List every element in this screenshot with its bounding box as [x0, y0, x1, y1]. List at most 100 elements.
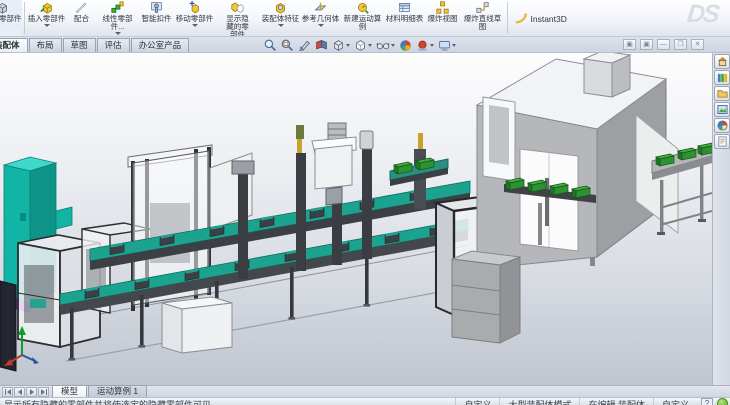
dropdown-arrow-icon[interactable]: [368, 44, 372, 47]
toolbar-button-label: 移动零部件: [176, 15, 214, 23]
toolbar-button-move-component[interactable]: 移动零部件: [175, 0, 215, 36]
tab-assembly[interactable]: 装配体: [0, 38, 28, 52]
close-icon[interactable]: ✕: [691, 39, 704, 50]
configuration-tab-bar: 模型 运动算例 1: [0, 385, 730, 397]
dropdown-arrow-icon[interactable]: [452, 44, 456, 47]
toolbar-button-label: 显示隐藏的零部件: [224, 15, 251, 37]
custom-properties-icon[interactable]: [714, 134, 730, 149]
toolbar-button-label: 编辑零部件: [0, 15, 22, 23]
edit-component-icon: [0, 1, 9, 14]
dropdown-arrow-icon[interactable]: [115, 32, 121, 35]
toolbar-button-label: 材料明细表: [386, 15, 424, 23]
toolbar-button-mate[interactable]: 配合: [67, 0, 97, 36]
toolbar-button-reference-geometry[interactable]: 参考几何体: [301, 0, 341, 36]
design-library-icon[interactable]: [714, 70, 730, 85]
new-motion-study-icon: [356, 1, 369, 14]
appearances-scenes-icon[interactable]: [714, 118, 730, 133]
hide-show-items-icon[interactable]: [375, 38, 396, 52]
explode-line-sketch-icon: [476, 1, 489, 14]
view-orientation-icon[interactable]: [331, 38, 351, 52]
heads-up-view-toolbar: [263, 38, 457, 52]
work-table[interactable]: [162, 297, 232, 353]
toolbar-button-label: 线性零部件...: [97, 15, 139, 31]
tab-scroll-buttons: [2, 387, 49, 397]
toolbar-button-instant3d[interactable]: Instant3D: [510, 0, 571, 36]
assembly-3d-scene[interactable]: [0, 53, 712, 385]
ribbon-tabs: 装配体 布局 草图 评估 办公室产品: [0, 38, 190, 52]
toolbar-button-label: 爆炸直线草图: [461, 15, 505, 31]
graphics-area[interactable]: [0, 53, 730, 385]
toolbar-button-insert-component[interactable]: 插入零部件: [27, 0, 67, 36]
task-pane: [712, 53, 730, 385]
file-explorer-icon[interactable]: [714, 86, 730, 101]
toolbar-button-edit-component[interactable]: 编辑零部件: [0, 0, 22, 36]
tab-office-products[interactable]: 办公室产品: [131, 38, 190, 52]
toolbar-button-linear-pattern[interactable]: 线性零部件...: [97, 0, 139, 36]
apply-scene-icon[interactable]: [415, 38, 435, 52]
toolbar-button-bill-of-materials[interactable]: 材料明细表: [385, 0, 425, 36]
dropdown-arrow-icon[interactable]: [391, 44, 395, 47]
status-customize-2[interactable]: 自定义: [653, 398, 697, 405]
toolbar-button-exploded-view[interactable]: 爆炸视图: [425, 0, 461, 36]
minimize-icon[interactable]: —: [657, 39, 670, 50]
machine-side-cabinet[interactable]: [452, 251, 520, 343]
restore-icon[interactable]: ❐: [674, 39, 687, 50]
toolbar-button-label: 新建运动算例: [341, 15, 385, 31]
next-tab-icon[interactable]: [26, 387, 37, 397]
large-machine-enclosure[interactable]: [477, 53, 678, 278]
exit-conveyor[interactable]: [652, 143, 712, 235]
notification-badge-icon[interactable]: [717, 398, 728, 405]
tab-layout[interactable]: 布局: [29, 38, 62, 52]
move-component-icon: [188, 1, 201, 14]
dropdown-arrow-icon[interactable]: [44, 24, 50, 27]
exploded-view-icon: [436, 1, 449, 14]
zoom-to-fit-icon[interactable]: [263, 38, 278, 52]
dropdown-arrow-icon[interactable]: [192, 24, 198, 27]
reference-geometry-icon: [314, 1, 327, 14]
first-tab-icon[interactable]: [2, 387, 13, 397]
solidworks-resources-icon[interactable]: [714, 54, 730, 69]
toolbar-separator: [24, 2, 25, 34]
dropdown-arrow-icon[interactable]: [346, 44, 350, 47]
pane-left-icon[interactable]: ▣: [623, 39, 636, 50]
last-tab-icon[interactable]: [38, 387, 49, 397]
display-style-icon[interactable]: [353, 38, 373, 52]
toolbar-button-new-motion-study[interactable]: 新建运动算例: [341, 0, 385, 36]
toolbar-button-show-hidden-components[interactable]: 显示隐藏的零部件: [215, 0, 261, 36]
dassault-systemes-logo: DS: [686, 0, 720, 29]
solidworks-window: 编辑零部件 插入零部件 配合 线性零部件...: [0, 0, 730, 405]
pane-right-icon[interactable]: ▣: [640, 39, 653, 50]
toolbar-button-label: 爆炸视图: [428, 15, 458, 23]
tab-motion-study-1[interactable]: 运动算例 1: [88, 385, 147, 397]
view-settings-icon[interactable]: [437, 38, 457, 52]
bill-of-materials-icon: [398, 1, 411, 14]
dropdown-arrow-icon[interactable]: [430, 44, 434, 47]
status-customize[interactable]: 自定义: [455, 398, 499, 405]
edit-appearance-icon[interactable]: [398, 38, 413, 52]
quick-tips-help-icon[interactable]: ?: [701, 398, 713, 405]
status-large-assembly-mode[interactable]: 大型装配体模式: [499, 398, 579, 405]
toolbar-button-smart-fasteners[interactable]: 智能扣件: [139, 0, 175, 36]
status-hint-text: 显示所有隐藏的零部件并将使选定的隐藏零部件可见: [4, 398, 211, 405]
zoom-to-area-icon[interactable]: [280, 38, 295, 52]
toolbar-button-assembly-features[interactable]: 装配体特征: [261, 0, 301, 36]
toolbar-button-label: 智能扣件: [142, 15, 172, 23]
tab-model[interactable]: 模型: [52, 385, 87, 397]
dropdown-arrow-icon[interactable]: [278, 24, 284, 27]
status-right-group: 自定义 大型装配体模式 在编辑 装配体 自定义 ?: [455, 398, 730, 405]
assembly-features-icon: [274, 1, 287, 14]
main-conveyor[interactable]: [60, 181, 470, 361]
dropdown-arrow-icon[interactable]: [318, 24, 324, 27]
view-palette-icon[interactable]: [714, 102, 730, 117]
toolbar-button-label: 配合: [74, 15, 89, 23]
command-manager: 编辑零部件 插入零部件 配合 线性零部件...: [0, 0, 730, 37]
toolbar-button-label: 参考几何体: [302, 15, 340, 23]
tab-evaluate[interactable]: 评估: [97, 38, 130, 52]
linear-component-pattern-icon: [111, 1, 124, 14]
previous-view-icon[interactable]: [297, 38, 312, 52]
prev-tab-icon[interactable]: [14, 387, 25, 397]
toolbar-button-label: 插入零部件: [28, 15, 66, 23]
toolbar-button-explode-line-sketch[interactable]: 爆炸直线草图: [461, 0, 505, 36]
section-view-icon[interactable]: [314, 38, 329, 52]
tab-sketch[interactable]: 草图: [63, 38, 96, 52]
